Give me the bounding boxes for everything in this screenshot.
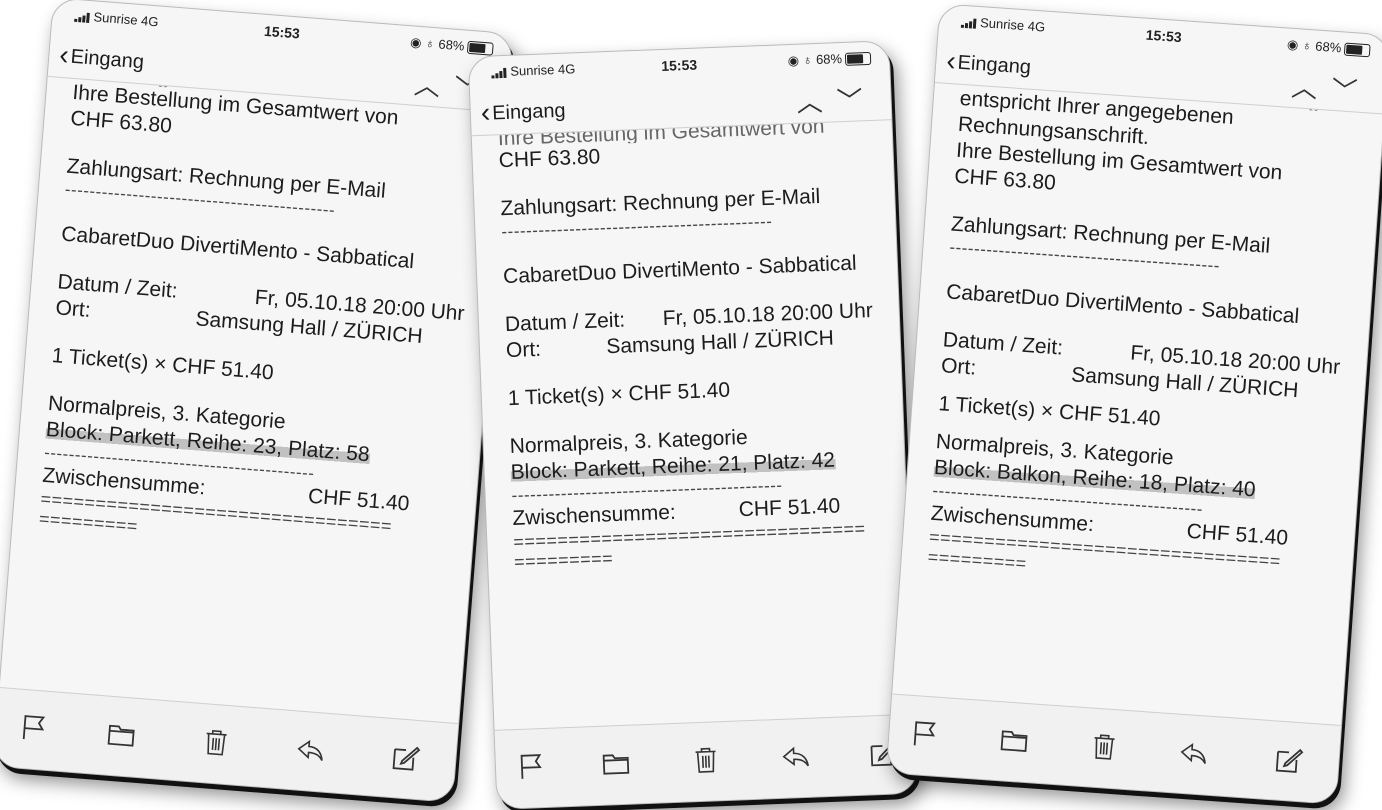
mail-toolbar [494, 713, 918, 809]
next-message-button[interactable]: ﹀ [836, 85, 877, 117]
chevron-left-icon: ‹ [480, 96, 491, 128]
mail-body: Ihre Bestellung im Gesamtwert von CHF 63… [472, 119, 915, 731]
reply-icon[interactable] [295, 733, 327, 765]
chevron-left-icon: ‹ [945, 44, 957, 77]
phone-screenshot-right: Sunrise 4G 15:53 ◉ ♁ 68% ‹Eingang ︿﹀ Die… [885, 3, 1382, 805]
flag-icon[interactable] [515, 751, 546, 782]
reply-icon[interactable] [780, 741, 811, 772]
status-right: ◉ ♁ 68% [1287, 37, 1371, 59]
back-button[interactable]: ‹Eingang [945, 43, 1032, 81]
trash-icon[interactable] [200, 726, 232, 758]
chevron-left-icon: ‹ [58, 38, 71, 71]
mail-body: Die Lieferanschrift für diese Bestellung… [892, 70, 1382, 726]
flag-icon[interactable] [17, 712, 49, 744]
phone-screenshot-left: Sunrise 4G 15:53 ◉ ♁ 68% ‹Eingang ︿﹀ Rec… [0, 0, 514, 803]
compose-icon[interactable] [1273, 743, 1305, 775]
previous-message-button[interactable]: ︿ [1290, 72, 1332, 105]
back-button[interactable]: ‹Eingang [480, 92, 566, 128]
status-right: ◉ ♁ 68% [787, 50, 872, 69]
phone-screenshot-middle: Sunrise 4G 15:53 ◉ ♁ 68% ‹Eingang ︿﹀ Ihr… [467, 40, 919, 810]
previous-message-button[interactable]: ︿ [413, 70, 455, 103]
trash-icon[interactable] [690, 744, 721, 775]
battery-icon [844, 51, 872, 66]
battery-icon [1343, 42, 1371, 58]
next-message-button[interactable]: ﹀ [1330, 75, 1372, 108]
flag-icon[interactable] [908, 718, 940, 750]
status-right: ◉ ♁ 68% [410, 34, 494, 56]
compose-icon[interactable] [389, 741, 421, 773]
folder-icon[interactable] [600, 748, 631, 779]
previous-message-button[interactable]: ︿ [796, 86, 837, 118]
back-button[interactable]: ‹Eingang [58, 37, 145, 76]
reply-icon[interactable] [1178, 737, 1210, 769]
message-nav: ︿﹀ [796, 80, 877, 120]
message-nav: ︿﹀ [1290, 67, 1372, 109]
trash-icon[interactable] [1088, 730, 1120, 762]
folder-icon[interactable] [105, 719, 137, 751]
folder-icon[interactable] [998, 724, 1030, 756]
battery-icon [466, 40, 494, 56]
mail-body: Rechnungsanschrift. Ihre Bestellung im G… [0, 64, 507, 724]
